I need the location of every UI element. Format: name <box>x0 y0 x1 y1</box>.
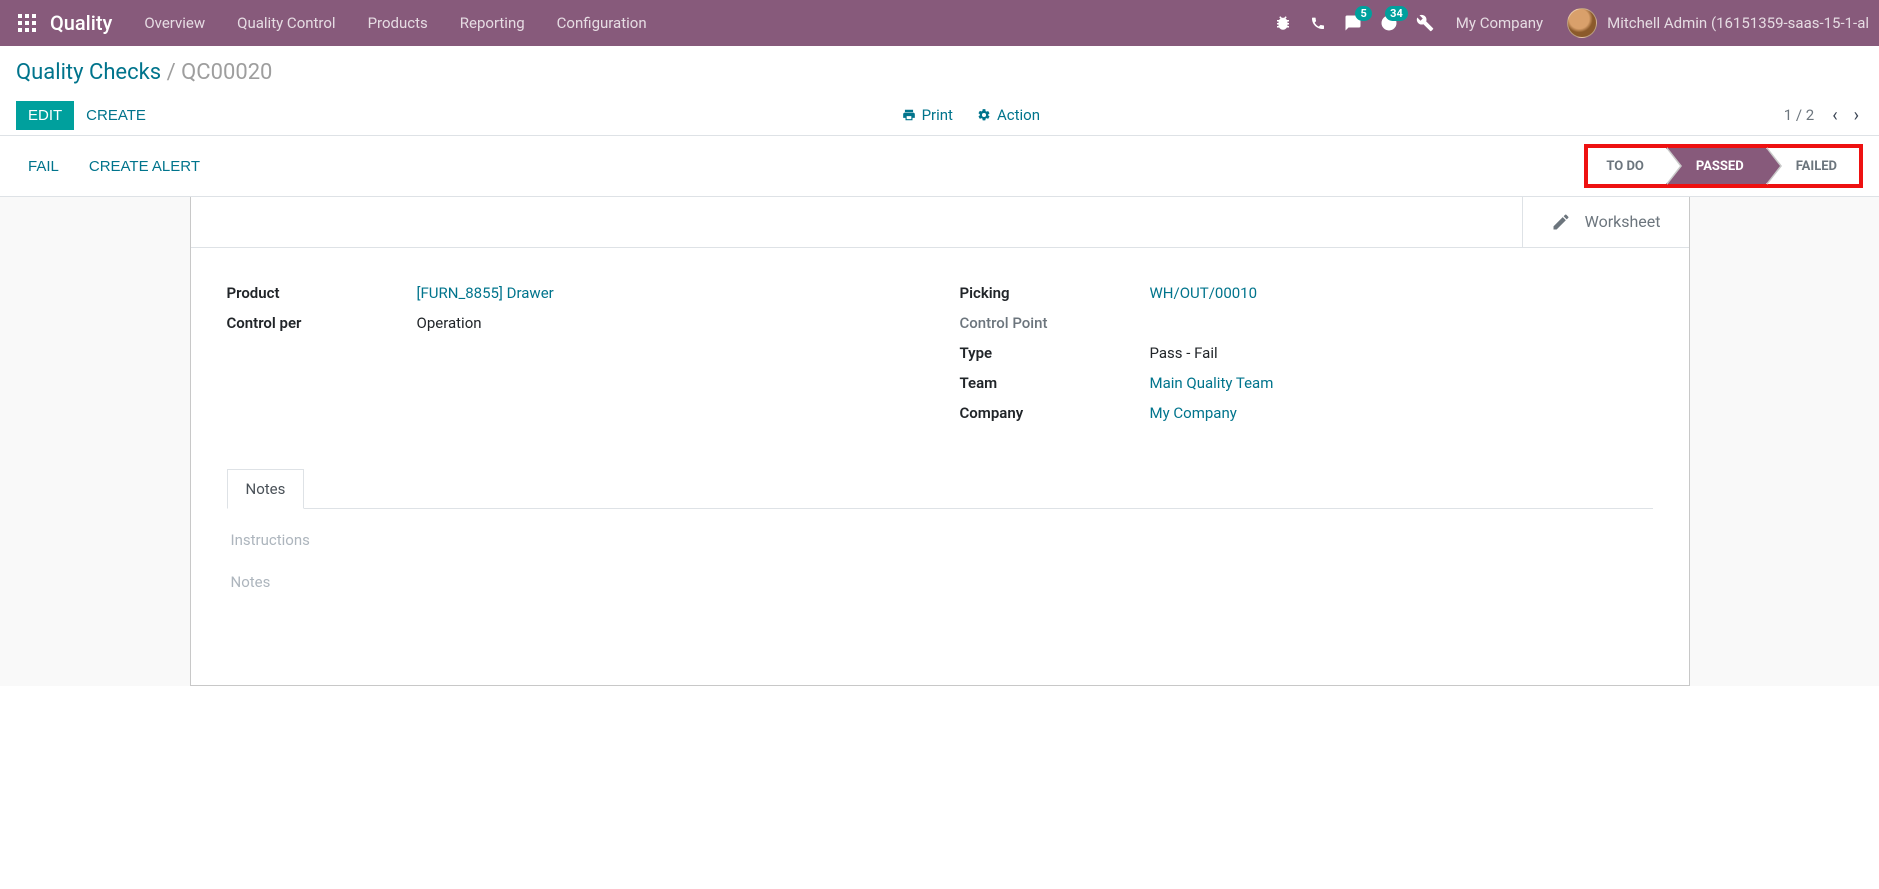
tools-icon[interactable] <box>1416 14 1434 32</box>
control-point-value <box>1150 314 1653 332</box>
edit-button[interactable]: Edit <box>16 101 74 130</box>
company-switcher[interactable]: My Company <box>1442 14 1557 32</box>
pencil-icon <box>1551 212 1571 232</box>
breadcrumb-current: QC00020 <box>181 60 272 85</box>
notes-placeholder: Notes <box>231 573 1649 591</box>
action-dropdown[interactable]: Action <box>977 106 1040 124</box>
statusbar: TO DO PASSED FAILED <box>1588 148 1859 184</box>
control-point-label: Control Point <box>960 314 1150 332</box>
statusbar-highlighted: TO DO PASSED FAILED <box>1584 144 1863 188</box>
avatar <box>1567 8 1597 38</box>
type-label: Type <box>960 344 1150 362</box>
picking-value[interactable]: WH/OUT/00010 <box>1150 284 1653 302</box>
control-per-label: Control per <box>227 314 417 332</box>
status-row: Fail Create Alert TO DO PASSED FAILED <box>0 136 1879 197</box>
activities-badge: 34 <box>1385 6 1408 21</box>
nav: Overview Quality Control Products Report… <box>128 0 662 46</box>
team-value[interactable]: Main Quality Team <box>1150 374 1653 392</box>
action-label: Action <box>997 106 1040 124</box>
team-label: Team <box>960 374 1150 392</box>
app-brand[interactable]: Quality <box>44 11 128 35</box>
apps-icon[interactable] <box>10 14 44 32</box>
type-value: Pass - Fail <box>1150 344 1653 362</box>
button-box: Worksheet <box>191 196 1689 248</box>
print-label: Print <box>922 106 953 124</box>
status-todo[interactable]: TO DO <box>1588 148 1665 184</box>
print-dropdown[interactable]: Print <box>902 106 953 124</box>
messages-badge: 5 <box>1355 6 1371 21</box>
picking-label: Picking <box>960 284 1150 302</box>
control-per-value: Operation <box>417 314 920 332</box>
breadcrumb-sep: / <box>167 60 182 85</box>
nav-products[interactable]: Products <box>352 0 444 46</box>
debug-icon[interactable] <box>1274 14 1292 32</box>
nav-reporting[interactable]: Reporting <box>444 0 541 46</box>
form-sheet: Worksheet Product [FURN_8855] Drawer Con… <box>190 196 1690 686</box>
phone-icon[interactable] <box>1310 15 1326 31</box>
pager-next-icon[interactable]: › <box>1850 101 1863 130</box>
create-button[interactable]: Create <box>74 101 158 130</box>
user-name: Mitchell Admin (16151359-saas-15-1-al <box>1607 14 1869 32</box>
pager[interactable]: 1 / 2 <box>1784 106 1815 124</box>
activities-icon[interactable]: 34 <box>1380 14 1398 32</box>
topbar: Quality Overview Quality Control Product… <box>0 0 1879 46</box>
messages-icon[interactable]: 5 <box>1344 14 1362 32</box>
control-panel: Quality Checks / QC00020 Edit Create Pri… <box>0 46 1879 136</box>
breadcrumb-parent[interactable]: Quality Checks <box>16 60 161 85</box>
breadcrumb: Quality Checks / QC00020 <box>16 60 1863 85</box>
tab-notes-content: Instructions Notes <box>227 509 1653 675</box>
tab-notes[interactable]: Notes <box>227 469 305 509</box>
pager-prev-icon[interactable]: ‹ <box>1828 101 1841 130</box>
systray: 5 34 <box>1274 14 1442 32</box>
product-value[interactable]: [FURN_8855] Drawer <box>417 284 920 302</box>
create-alert-button[interactable]: Create Alert <box>77 152 212 181</box>
nav-configuration[interactable]: Configuration <box>541 0 663 46</box>
product-label: Product <box>227 284 417 302</box>
worksheet-label: Worksheet <box>1585 212 1661 231</box>
worksheet-button[interactable]: Worksheet <box>1522 196 1689 247</box>
company-field-value[interactable]: My Company <box>1150 404 1653 422</box>
company-field-label: Company <box>960 404 1150 422</box>
instructions-placeholder: Instructions <box>231 531 1649 549</box>
user-menu[interactable]: Mitchell Admin (16151359-saas-15-1-al <box>1557 8 1869 38</box>
nav-quality-control[interactable]: Quality Control <box>221 0 351 46</box>
fail-button[interactable]: Fail <box>16 152 71 181</box>
nav-overview[interactable]: Overview <box>128 0 221 46</box>
